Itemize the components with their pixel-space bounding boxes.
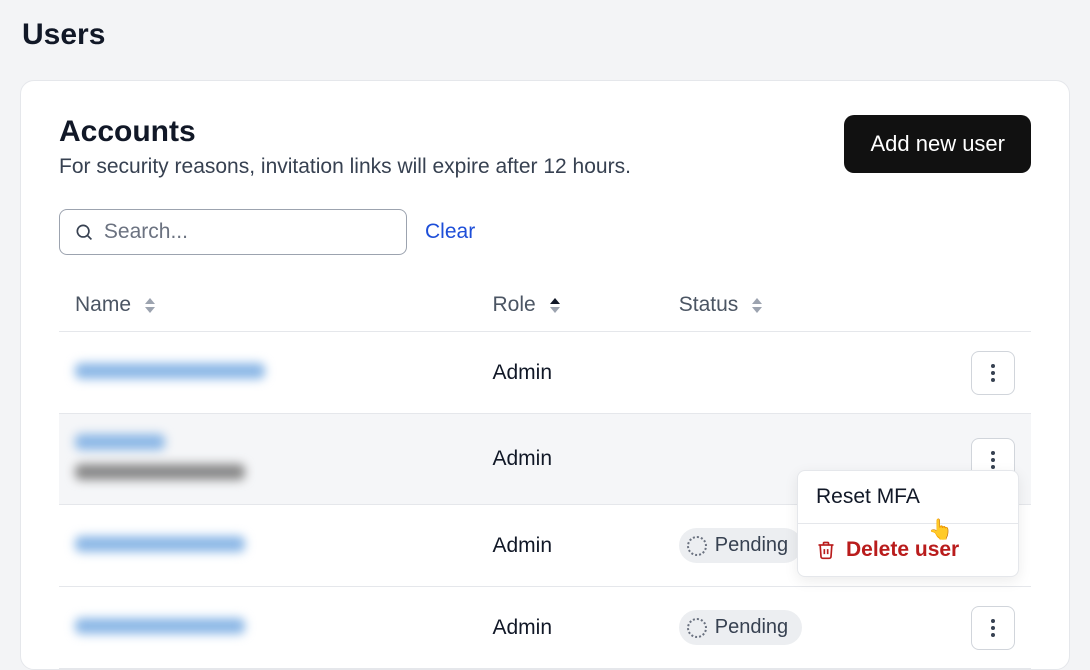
cell-name <box>59 414 476 505</box>
menu-item-label: Delete user <box>846 538 959 562</box>
cell-name <box>59 587 476 669</box>
redacted-name <box>75 536 245 552</box>
accounts-card: Accounts For security reasons, invitatio… <box>20 80 1070 670</box>
status-label: Pending <box>715 534 788 557</box>
search-icon <box>74 221 94 243</box>
row-actions-menu: Reset MFA Delete user 👆 <box>797 470 1019 577</box>
status-label: Pending <box>715 616 788 639</box>
redacted-name <box>75 618 245 634</box>
row-actions-button[interactable] <box>971 606 1015 650</box>
add-user-button[interactable]: Add new user <box>844 115 1031 173</box>
column-label: Name <box>75 293 131 316</box>
column-label: Role <box>492 293 535 316</box>
redacted-name <box>75 363 265 379</box>
table-row: Admin <box>59 332 1031 414</box>
search-box <box>59 209 407 255</box>
spinner-icon <box>687 618 707 638</box>
row-actions-button[interactable] <box>971 351 1015 395</box>
cell-name <box>59 332 476 414</box>
users-table: Name Role Status Admin <box>59 279 1031 669</box>
redacted-email <box>75 464 245 480</box>
status-badge: Pending <box>679 528 802 563</box>
column-label: Status <box>679 293 739 316</box>
card-heading: Accounts <box>59 115 631 149</box>
redacted-name <box>75 434 165 450</box>
search-input[interactable] <box>104 220 392 244</box>
cell-role: Admin <box>476 332 662 414</box>
kebab-icon <box>991 451 995 469</box>
card-subheading: For security reasons, invitation links w… <box>59 155 631 179</box>
cell-role: Admin <box>476 414 662 505</box>
column-header-name[interactable]: Name <box>59 279 476 332</box>
menu-item-delete-user[interactable]: Delete user <box>798 523 1018 576</box>
spinner-icon <box>687 536 707 556</box>
menu-item-reset-mfa[interactable]: Reset MFA <box>798 471 1018 523</box>
status-badge: Pending <box>679 610 802 645</box>
table-row: Admin Reset MFA <box>59 414 1031 505</box>
column-header-role[interactable]: Role <box>476 279 662 332</box>
cell-role: Admin <box>476 587 662 669</box>
kebab-icon <box>991 619 995 637</box>
clear-search-link[interactable]: Clear <box>425 220 475 244</box>
trash-icon <box>816 540 836 560</box>
page-title: Users <box>22 18 1068 52</box>
sort-icon <box>145 298 155 313</box>
column-header-status[interactable]: Status <box>663 279 955 332</box>
sort-icon <box>550 298 560 313</box>
cell-status <box>663 332 955 414</box>
cell-status: Pending <box>663 587 955 669</box>
cell-name <box>59 505 476 587</box>
cell-role: Admin <box>476 505 662 587</box>
table-row: Admin Pending <box>59 587 1031 669</box>
kebab-icon <box>991 364 995 382</box>
sort-icon <box>752 298 762 313</box>
